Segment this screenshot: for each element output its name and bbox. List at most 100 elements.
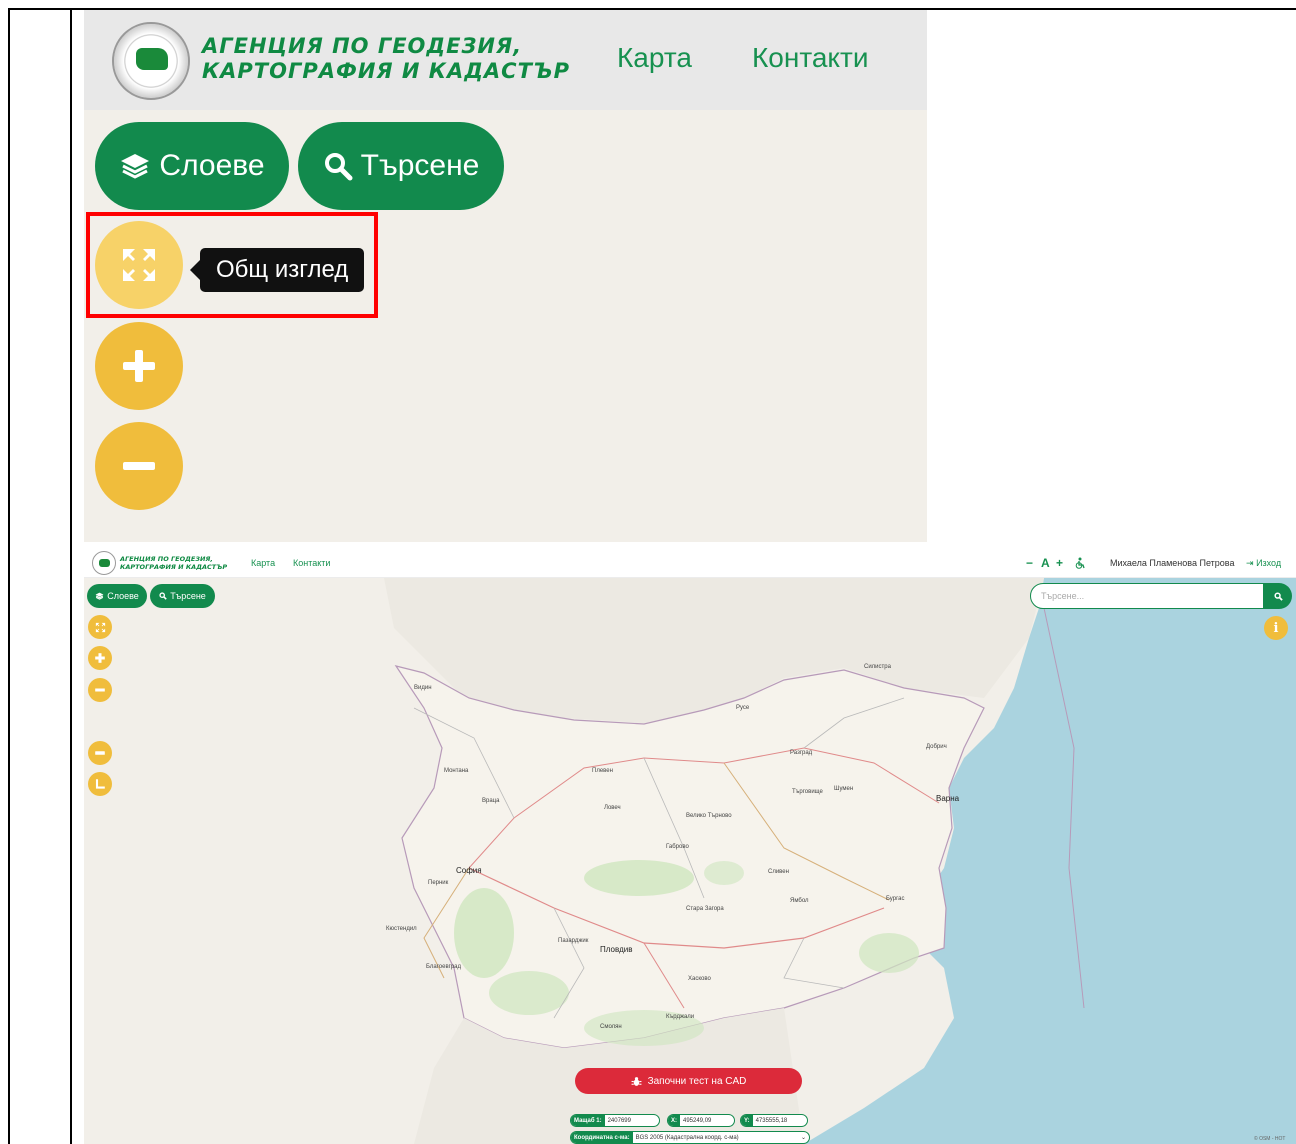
zoom-out-button[interactable] (88, 678, 112, 702)
y-coordinate-field[interactable]: Y: 4735555,18 (740, 1114, 808, 1127)
city-label: Сливен (768, 869, 789, 875)
layers-icon (121, 154, 150, 179)
scale-field[interactable]: Мащаб 1: 2407699 (570, 1114, 660, 1127)
y-label: Y: (741, 1115, 753, 1126)
coord-system-label: Координатна с-ма: (571, 1132, 633, 1143)
search-button[interactable]: Търсене (150, 584, 215, 608)
measure-line-icon (95, 751, 105, 755)
city-label: Габрово (666, 844, 689, 850)
city-label: Варна (936, 794, 960, 803)
city-label: Пловдив (600, 945, 633, 954)
measure-line-button[interactable] (88, 741, 112, 765)
city-label: Ямбол (790, 898, 809, 904)
x-value: 495249,09 (683, 1117, 712, 1124)
coord-system-value: BGS 2005 (Кадастрална коорд. с-ма) (635, 1134, 739, 1141)
x-label: X: (668, 1115, 680, 1126)
city-label: Силистра (864, 664, 891, 670)
city-label: Перник (428, 880, 449, 886)
search-icon (324, 153, 353, 181)
measure-angle-button[interactable] (88, 772, 112, 796)
map-view[interactable]: Видин Монтана Враца Плевен Русе Силистра… (84, 548, 1296, 1144)
city-label: Русе (736, 705, 750, 711)
font-size-indicator: A (1041, 556, 1050, 570)
logout-label: Изход (1256, 558, 1282, 568)
zoom-in-button[interactable] (95, 322, 183, 410)
full-extent-button[interactable] (88, 615, 112, 639)
accessibility-icon[interactable] (1074, 557, 1086, 569)
header-bar: АГЕНЦИЯ ПО ГЕОДЕЗИЯ, КАРТОГРАФИЯ И КАДАС… (84, 10, 927, 110)
highlight-box (86, 212, 378, 318)
map-attribution[interactable]: © OSM - HOT (1254, 1136, 1285, 1142)
plus-icon (95, 653, 105, 663)
agency-logo-icon[interactable] (92, 551, 116, 575)
city-label: София (456, 866, 482, 875)
nav-contacts-link[interactable]: Контакти (752, 42, 868, 74)
start-cad-test-button[interactable]: Започни тест на CAD (575, 1068, 802, 1094)
city-label: Бургас (886, 896, 905, 902)
city-label: Враца (482, 798, 500, 804)
city-label: Кърджали (666, 1014, 695, 1020)
minus-icon (123, 462, 155, 470)
frame-divider (70, 8, 72, 1144)
zoom-in-button[interactable] (88, 646, 112, 670)
agency-logo-icon[interactable] (112, 22, 190, 100)
city-label: Благоевград (426, 964, 461, 970)
city-label: Ловеч (604, 805, 621, 811)
info-icon: i (1273, 620, 1279, 636)
y-value: 4735555,18 (755, 1117, 788, 1124)
search-label: Търсене (170, 591, 206, 601)
plus-icon (123, 350, 155, 382)
map-search-submit[interactable] (1264, 583, 1292, 609)
brand-line-1: АГЕНЦИЯ ПО ГЕОДЕЗИЯ, (202, 34, 523, 58)
search-icon (159, 592, 167, 600)
layers-label: Слоеве (159, 149, 265, 182)
brand-line-1: АГЕНЦИЯ ПО ГЕОДЕЗИЯ, (120, 555, 213, 563)
logout-icon: ⇥ (1246, 558, 1254, 568)
user-name: Михаела Пламенова Петрова (1110, 558, 1235, 568)
layers-button[interactable]: Слоеве (87, 584, 147, 608)
expand-icon (95, 622, 105, 632)
nav-map-link[interactable]: Карта (251, 558, 275, 568)
layers-button[interactable]: Слоеве (95, 122, 289, 210)
scale-value: 2407699 (607, 1117, 631, 1124)
brand-line-2: КАРТОГРАФИЯ И КАДАСТЪР (120, 563, 228, 571)
chevron-down-icon: ⌄ (800, 1135, 806, 1141)
city-label: Видин (414, 685, 432, 691)
city-label: Кюстендил (386, 926, 417, 932)
city-label: Плевен (592, 768, 613, 774)
logout-link[interactable]: ⇥ Изход (1246, 558, 1281, 569)
city-label: Добрич (926, 744, 947, 750)
map-search-input[interactable]: Търсене... (1030, 583, 1264, 609)
city-label: Монтана (444, 768, 469, 774)
city-label: Велико Търново (686, 813, 732, 819)
city-label: Търговище (792, 789, 823, 795)
nav-map-link[interactable]: Карта (617, 42, 692, 74)
city-label: Смолян (600, 1024, 622, 1030)
city-label: Разград (790, 750, 813, 756)
layers-label: Слоеве (107, 591, 139, 601)
agency-brand[interactable]: АГЕНЦИЯ ПО ГЕОДЕЗИЯ, КАРТОГРАФИЯ И КАДАС… (202, 34, 570, 84)
layers-icon (95, 592, 104, 600)
search-icon (1273, 591, 1283, 601)
bug-icon (631, 1076, 642, 1086)
city-label: Хасково (688, 976, 711, 982)
measure-angle-icon (95, 779, 105, 789)
minus-icon (95, 688, 105, 692)
brand-line-2: КАРТОГРАФИЯ И КАДАСТЪР (202, 59, 571, 83)
scale-label: Мащаб 1: (571, 1115, 605, 1126)
city-label: Стара Загора (686, 906, 724, 912)
search-label: Търсене (360, 149, 480, 182)
city-label: Пазарджик (558, 938, 589, 944)
search-button[interactable]: Търсене (298, 122, 504, 210)
info-button[interactable]: i (1264, 616, 1288, 640)
x-coordinate-field[interactable]: X: 495249,09 (667, 1114, 735, 1127)
font-increase-button[interactable]: + (1056, 556, 1063, 570)
nav-contacts-link[interactable]: Контакти (293, 558, 330, 568)
font-decrease-button[interactable]: − (1026, 556, 1033, 570)
city-label: Шумен (834, 786, 854, 792)
zoom-out-button[interactable] (95, 422, 183, 510)
map-canvas[interactable] (84, 548, 1296, 1144)
start-cad-test-label: Започни тест на CAD (647, 1075, 747, 1087)
agency-brand[interactable]: АГЕНЦИЯ ПО ГЕОДЕЗИЯ, КАРТОГРАФИЯ И КАДАС… (120, 555, 227, 571)
coordinate-system-select[interactable]: Координатна с-ма: BGS 2005 (Кадастрална … (570, 1131, 810, 1144)
